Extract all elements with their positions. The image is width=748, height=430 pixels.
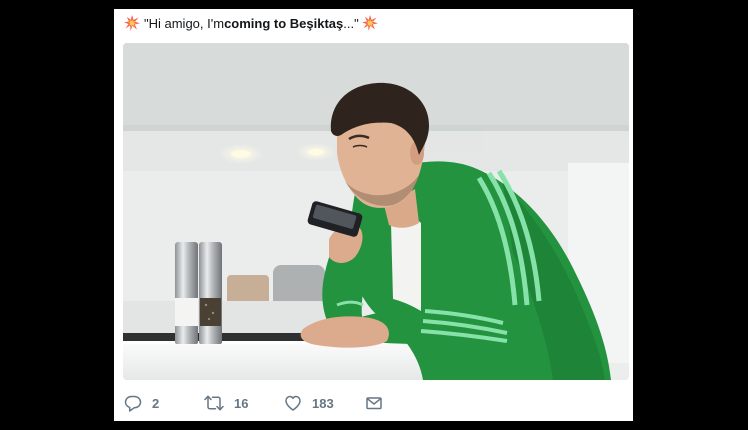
tweet-card: "Hi amigo, I'm coming to Beşiktaş ..." 2… (114, 9, 633, 421)
reply-button[interactable]: 2 (124, 394, 204, 412)
tweet-text-open: "Hi amigo, I'm (144, 15, 225, 31)
collision-emoji-icon (124, 15, 140, 31)
retweet-count: 16 (234, 395, 249, 411)
heart-icon (284, 394, 302, 412)
direct-message-button[interactable] (365, 394, 383, 412)
tweet-text-bold: coming to Beşiktaş (224, 15, 344, 31)
collision-emoji-icon (361, 15, 378, 31)
reply-icon (124, 394, 142, 412)
retweet-icon (204, 394, 224, 412)
photo-scene (123, 43, 629, 380)
tweet-text: "Hi amigo, I'm coming to Beşiktaş ..." (124, 12, 378, 34)
like-button[interactable]: 183 (284, 394, 365, 412)
retweet-button[interactable]: 16 (204, 394, 284, 412)
reply-count: 2 (152, 395, 160, 411)
tweet-actions: 2 16 183 (124, 392, 383, 414)
tweet-photo[interactable] (123, 43, 629, 380)
like-count: 183 (312, 395, 334, 411)
envelope-icon (365, 394, 383, 412)
tweet-text-close: ..." (343, 15, 359, 31)
